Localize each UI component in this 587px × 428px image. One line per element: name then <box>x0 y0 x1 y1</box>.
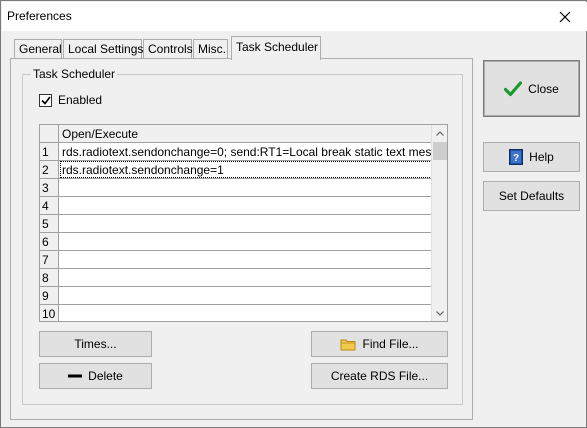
find-file-button[interactable]: Find File... <box>311 331 448 357</box>
row-cell[interactable] <box>60 287 432 304</box>
close-icon <box>559 11 570 22</box>
tab-label: Misc. <box>198 42 226 56</box>
tab-label: Task Scheduler <box>236 40 319 54</box>
row-number: 4 <box>40 197 59 214</box>
tab-label: General <box>19 42 62 56</box>
row-number: 9 <box>40 287 59 304</box>
create-rds-file-button[interactable]: Create RDS File... <box>311 363 448 389</box>
tab-controls[interactable]: Controls <box>143 39 193 59</box>
task-grid[interactable]: Open/Execute 1 rds.radiotext.sendonchang… <box>39 124 448 322</box>
set-defaults-button[interactable]: Set Defaults <box>483 181 580 211</box>
create-rds-label: Create RDS File... <box>330 369 429 383</box>
tab-label: Local Settings <box>68 42 144 56</box>
row-cell[interactable] <box>60 215 432 232</box>
row-number: 6 <box>40 233 59 250</box>
set-defaults-label: Set Defaults <box>498 189 565 203</box>
chevron-down-icon <box>436 310 444 316</box>
help-button[interactable]: ? Help <box>483 142 580 172</box>
tab-local-settings[interactable]: Local Settings <box>63 39 144 59</box>
folder-icon <box>340 338 356 351</box>
close-button[interactable]: Close <box>483 60 580 117</box>
enabled-checkbox[interactable] <box>39 94 52 107</box>
table-row[interactable]: 1 rds.radiotext.sendonchange=0; send:RT1… <box>40 143 432 161</box>
close-label: Close <box>528 81 559 96</box>
row-number: 10 <box>40 305 59 321</box>
delete-button[interactable]: Delete <box>39 363 152 389</box>
delete-label: Delete <box>88 369 123 383</box>
row-cell[interactable]: rds.radiotext.sendonchange=1 <box>60 161 432 178</box>
row-cell[interactable] <box>60 233 432 250</box>
check-mark-icon <box>40 96 51 105</box>
table-row[interactable]: 9 <box>40 287 432 305</box>
tab-label: Controls <box>148 42 193 56</box>
window-close-button[interactable] <box>542 2 587 31</box>
find-file-label: Find File... <box>362 337 419 351</box>
grid-corner <box>40 125 59 143</box>
table-row[interactable]: 3 <box>40 179 432 197</box>
help-book-icon: ? <box>509 149 524 165</box>
row-number: 8 <box>40 269 59 286</box>
table-row[interactable]: 5 <box>40 215 432 233</box>
tab-task-scheduler[interactable]: Task Scheduler <box>231 36 321 60</box>
tab-general[interactable]: General <box>14 39 62 59</box>
preferences-window: Preferences General Local Settings Contr… <box>0 0 587 428</box>
minus-icon <box>68 374 83 378</box>
table-row[interactable]: 8 <box>40 269 432 287</box>
grid-header: Open/Execute <box>40 125 432 143</box>
help-label: Help <box>529 150 554 164</box>
row-cell[interactable] <box>60 269 432 286</box>
row-number: 7 <box>40 251 59 268</box>
enabled-label[interactable]: Enabled <box>58 93 102 107</box>
column-header-open-execute[interactable]: Open/Execute <box>62 127 138 141</box>
scroll-thumb[interactable] <box>433 142 447 160</box>
row-cell[interactable] <box>60 251 432 268</box>
table-row[interactable]: 10 <box>40 305 432 321</box>
row-number: 3 <box>40 179 59 196</box>
vertical-scrollbar[interactable] <box>431 125 447 321</box>
row-cell[interactable] <box>60 305 432 321</box>
scroll-up-button[interactable] <box>432 125 447 141</box>
window-title: Preferences <box>7 9 72 23</box>
times-button[interactable]: Times... <box>39 331 152 357</box>
group-title: Task Scheduler <box>31 67 118 81</box>
table-row[interactable]: 6 <box>40 233 432 251</box>
title-bar: Preferences <box>2 2 587 31</box>
svg-text:?: ? <box>513 153 519 164</box>
check-mark-icon <box>504 80 523 97</box>
row-cell[interactable] <box>60 197 432 214</box>
scroll-down-button[interactable] <box>432 305 447 321</box>
row-number: 2 <box>40 161 59 178</box>
tab-misc[interactable]: Misc. <box>193 39 228 59</box>
table-row[interactable]: 2 rds.radiotext.sendonchange=1 <box>40 161 432 179</box>
times-label: Times... <box>74 337 117 351</box>
row-number: 1 <box>40 143 59 160</box>
chevron-up-icon <box>436 130 444 136</box>
row-cell[interactable] <box>60 179 432 196</box>
table-row[interactable]: 4 <box>40 197 432 215</box>
row-cell[interactable]: rds.radiotext.sendonchange=0; send:RT1=L… <box>60 143 432 160</box>
table-row[interactable]: 7 <box>40 251 432 269</box>
row-number: 5 <box>40 215 59 232</box>
